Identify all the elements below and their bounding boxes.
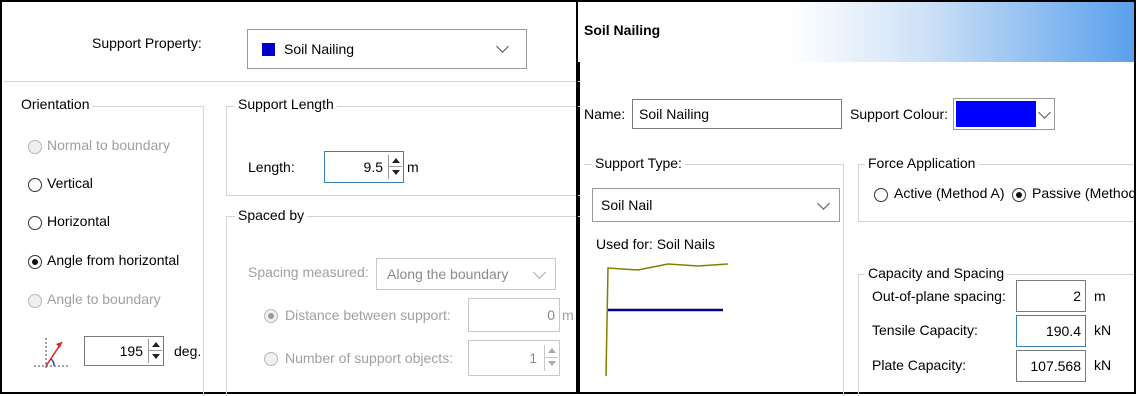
distance-unit: m xyxy=(562,307,574,323)
used-for-text: Used for: Soil Nails xyxy=(596,236,716,252)
number-input[interactable]: 1 xyxy=(468,340,560,376)
radio-angle-to-boundary[interactable] xyxy=(28,294,42,308)
radio-angle-from-horizontal[interactable] xyxy=(28,255,42,269)
spaced-by-title: Spaced by xyxy=(235,207,308,223)
support-property-value: Soil Nailing xyxy=(284,41,355,57)
support-type-dropdown[interactable]: Soil Nail xyxy=(592,188,840,222)
name-label: Name: xyxy=(584,106,626,122)
spacing-measured-dropdown[interactable]: Along the boundary xyxy=(376,258,556,290)
chevron-down-icon xyxy=(1038,106,1051,119)
label-vertical: Vertical xyxy=(47,175,93,191)
force-application-title: Force Application xyxy=(865,155,979,171)
top-divider xyxy=(4,81,580,82)
distance-label: Distance between support: xyxy=(285,307,451,323)
plate-capacity-unit: kN xyxy=(1094,357,1112,373)
name-input[interactable]: Soil Nailing xyxy=(632,99,842,129)
plate-capacity-value: 107.568 xyxy=(1030,358,1081,374)
label-angle-from-horizontal: Angle from horizontal xyxy=(47,252,180,268)
number-value: 1 xyxy=(529,350,537,366)
distance-input[interactable]: 0 xyxy=(468,298,560,332)
angle-spinner[interactable] xyxy=(148,339,162,363)
length-unit: m xyxy=(407,159,419,175)
length-input[interactable]: 9.5 xyxy=(324,151,404,183)
chevron-down-icon xyxy=(533,266,546,279)
label-angle-to-boundary: Angle to boundary xyxy=(47,291,161,307)
support-property-panel: Support Property: Soil Nailing Orientati… xyxy=(0,0,580,396)
support-colour-picker[interactable] xyxy=(953,98,1055,130)
plate-capacity-input[interactable]: 107.568 xyxy=(1016,350,1086,382)
support-type-title: Support Type: xyxy=(592,155,685,171)
title-bar xyxy=(578,2,1134,62)
support-colour-label: Support Colour: xyxy=(850,106,949,122)
label-passive-method-b: Passive (Method B) xyxy=(1032,185,1136,201)
tensile-capacity-unit: kN xyxy=(1094,322,1112,338)
support-property-label: Support Property: xyxy=(92,35,202,51)
support-length-title: Support Length xyxy=(235,96,337,112)
label-horizontal: Horizontal xyxy=(47,213,111,229)
angle-icon xyxy=(32,332,72,372)
orientation-title: Orientation xyxy=(18,96,93,112)
label-active-method-a: Active (Method A) xyxy=(894,185,1005,201)
spacing-measured-value: Along the boundary xyxy=(387,266,509,282)
name-value: Soil Nailing xyxy=(639,106,710,122)
length-spinner[interactable] xyxy=(388,155,402,179)
radio-number-of-support-objects[interactable] xyxy=(264,352,278,366)
panel-title: Soil Nailing xyxy=(584,22,661,38)
support-property-dropdown[interactable]: Soil Nailing xyxy=(247,29,527,69)
angle-unit: deg. xyxy=(174,343,202,359)
tensile-capacity-value: 190.4 xyxy=(1045,323,1081,339)
length-label: Length: xyxy=(248,159,295,175)
plate-capacity-label: Plate Capacity: xyxy=(872,357,967,373)
radio-horizontal[interactable] xyxy=(28,216,42,230)
radio-distance-between-support[interactable] xyxy=(264,309,278,323)
number-spinner[interactable] xyxy=(544,345,558,371)
radio-active-method-a[interactable] xyxy=(874,188,888,202)
out-of-plane-unit: m xyxy=(1094,288,1106,304)
soil-nail-preview-icon xyxy=(598,260,738,380)
out-of-plane-value: 2 xyxy=(1073,288,1081,304)
number-label: Number of support objects: xyxy=(285,350,454,366)
radio-normal-to-boundary[interactable] xyxy=(28,140,42,154)
capacity-spacing-title: Capacity and Spacing xyxy=(865,265,1008,281)
tensile-capacity-input[interactable]: 190.4 xyxy=(1016,315,1086,347)
spacing-measured-label: Spacing measured: xyxy=(248,264,369,280)
length-value: 9.5 xyxy=(363,159,383,175)
radio-passive-method-b[interactable] xyxy=(1012,188,1026,202)
radio-vertical[interactable] xyxy=(28,178,42,192)
out-of-plane-label: Out-of-plane spacing: xyxy=(872,288,1006,304)
out-of-plane-input[interactable]: 2 xyxy=(1016,280,1086,312)
angle-input[interactable]: 195 xyxy=(84,336,164,366)
chevron-down-icon xyxy=(496,40,509,53)
tensile-capacity-label: Tensile Capacity: xyxy=(872,322,978,338)
distance-value: 0 xyxy=(547,307,555,323)
angle-value: 195 xyxy=(119,343,143,359)
label-normal-to-boundary: Normal to boundary xyxy=(47,137,170,153)
support-type-value: Soil Nail xyxy=(601,197,653,213)
support-property-color-swatch xyxy=(262,43,275,56)
soil-nailing-properties-panel: Soil Nailing Name: Soil Nailing Support … xyxy=(576,0,1136,396)
chevron-down-icon xyxy=(817,197,830,210)
support-colour-swatch xyxy=(956,101,1036,127)
